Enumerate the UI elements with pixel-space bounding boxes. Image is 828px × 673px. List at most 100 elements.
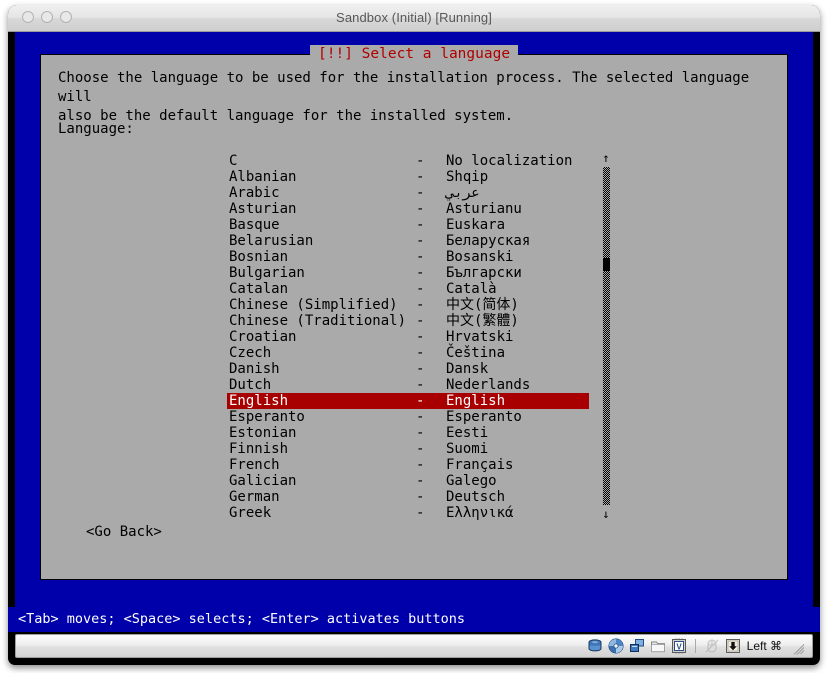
language-separator: -: [416, 409, 425, 425]
language-separator: -: [416, 265, 425, 281]
language-list-item[interactable]: English - English: [227, 393, 589, 409]
language-native-name: 中文(简体): [446, 297, 519, 313]
language-list-item[interactable]: Catalan - Català: [227, 281, 589, 297]
installer-dialog: [!!] Select a language Choose the langua…: [40, 45, 788, 580]
language-english-name: Albanian: [229, 169, 297, 185]
language-native-name: Français: [446, 457, 514, 473]
dialog-border-top-left: [40, 54, 310, 55]
language-separator: -: [416, 457, 425, 473]
language-english-name: Esperanto: [229, 409, 305, 425]
language-english-name: Galician: [229, 473, 297, 489]
language-english-name: C: [229, 153, 238, 169]
shared-folders-icon[interactable]: [650, 638, 666, 654]
language-english-name: Danish: [229, 361, 280, 377]
language-list-item[interactable]: Galician - Galego: [227, 473, 589, 489]
dialog-border-left: [40, 54, 41, 580]
language-english-name: Catalan: [229, 281, 289, 297]
language-separator: -: [416, 393, 425, 409]
language-list-item[interactable]: Croatian - Hrvatski: [227, 329, 589, 345]
language-english-name: German: [229, 489, 280, 505]
language-separator: -: [416, 441, 425, 457]
language-list-item[interactable]: Dutch - Nederlands: [227, 377, 589, 393]
vm-display[interactable]: [!!] Select a language Choose the langua…: [15, 32, 813, 607]
language-native-name: No localization: [446, 153, 573, 169]
language-separator: -: [416, 297, 425, 313]
language-english-name: Belarusian: [229, 233, 314, 249]
language-separator: -: [416, 249, 425, 265]
language-list-item[interactable]: Albanian - Shqip: [227, 169, 589, 185]
dialog-border-right: [787, 54, 788, 580]
language-list-item[interactable]: Estonian - Eesti: [227, 425, 589, 441]
language-english-name: Chinese (Simplified): [229, 297, 398, 313]
language-separator: -: [416, 233, 425, 249]
language-english-name: Asturian: [229, 201, 297, 217]
hard-disk-icon[interactable]: [587, 638, 603, 654]
language-list-scrollbar[interactable]: ↑ ↓: [600, 151, 612, 521]
language-native-name: Nederlands: [446, 377, 531, 393]
language-native-name: Suomi: [446, 441, 489, 457]
language-native-name: عربي: [446, 185, 480, 201]
language-separator: -: [416, 153, 425, 169]
language-english-name: Dutch: [229, 377, 272, 393]
language-separator: -: [416, 169, 425, 185]
go-back-button[interactable]: <Go Back>: [86, 524, 162, 540]
language-list-item[interactable]: Bulgarian - Български: [227, 265, 589, 281]
language-separator: -: [416, 473, 425, 489]
language-list-item[interactable]: French - Français: [227, 457, 589, 473]
language-list-item[interactable]: Chinese (Simplified) - 中文(简体): [227, 297, 589, 313]
language-list-item[interactable]: Asturian - Asturianu: [227, 201, 589, 217]
language-list-item[interactable]: Greek - Ελληνικά: [227, 505, 589, 521]
language-separator: -: [416, 217, 425, 233]
language-english-name: French: [229, 457, 280, 473]
language-list-item[interactable]: Esperanto - Esperanto: [227, 409, 589, 425]
language-separator: -: [416, 377, 425, 393]
display-icon[interactable]: V: [671, 638, 687, 654]
language-separator: -: [416, 505, 425, 521]
vbox-status-icons: V Left ⌘: [587, 635, 805, 657]
language-separator: -: [416, 329, 425, 345]
language-separator: -: [416, 425, 425, 441]
language-native-name: Shqip: [446, 169, 489, 185]
language-list-item[interactable]: C - No localization: [227, 153, 589, 169]
language-separator: -: [416, 201, 425, 217]
dialog-description: Choose the language to be used for the i…: [58, 70, 750, 124]
scrollbar-track[interactable]: [603, 167, 610, 505]
language-native-name: Беларуская: [446, 233, 531, 249]
dialog-border-bottom: [40, 579, 788, 580]
language-list-item[interactable]: Bosnian - Bosanski: [227, 249, 589, 265]
language-native-name: Català: [446, 281, 497, 297]
installer-key-hints: <Tab> moves; <Space> selects; <Enter> ac…: [8, 607, 820, 632]
language-separator: -: [416, 345, 425, 361]
language-list-item[interactable]: Danish - Dansk: [227, 361, 589, 377]
language-list-item[interactable]: Basque - Euskara: [227, 217, 589, 233]
window-titlebar[interactable]: Sandbox (Initial) [Running]: [8, 5, 820, 32]
host-key-icon[interactable]: [725, 638, 741, 654]
language-list-item[interactable]: Chinese (Traditional) - 中文(繁體): [227, 313, 589, 329]
language-list-item[interactable]: Czech - Čeština: [227, 345, 589, 361]
language-separator: -: [416, 185, 425, 201]
scroll-up-arrow-icon[interactable]: ↑: [600, 151, 612, 165]
language-list-item[interactable]: Finnish - Suomi: [227, 441, 589, 457]
language-list-item[interactable]: Arabic - عربي: [227, 185, 589, 201]
scroll-down-arrow-icon[interactable]: ↓: [600, 507, 612, 521]
status-separator: [694, 639, 696, 653]
mouse-icon[interactable]: [704, 638, 720, 654]
language-separator: -: [416, 489, 425, 505]
language-native-name: Čeština: [446, 345, 506, 361]
language-english-name: Croatian: [229, 329, 297, 345]
language-native-name: Български: [446, 265, 522, 281]
language-native-name: Esperanto: [446, 409, 522, 425]
optical-disk-icon[interactable]: [608, 638, 624, 654]
scrollbar-thumb[interactable]: [603, 258, 610, 271]
language-native-name: Eesti: [446, 425, 489, 441]
host-key-label: Left ⌘: [746, 639, 782, 653]
language-list[interactable]: C - No localization Albanian - Shqip Arabic - عر…: [227, 153, 589, 521]
language-list-item[interactable]: Belarusian - Беларуская: [227, 233, 589, 249]
language-list-item[interactable]: German - Deutsch: [227, 489, 589, 505]
virtualbox-vm-window: Sandbox (Initial) [Running] [!!] Select …: [8, 5, 820, 665]
language-english-name: Estonian: [229, 425, 297, 441]
language-separator: -: [416, 281, 425, 297]
language-native-name: Dansk: [446, 361, 489, 377]
resize-grip[interactable]: [791, 640, 805, 655]
network-icon[interactable]: [629, 638, 645, 654]
